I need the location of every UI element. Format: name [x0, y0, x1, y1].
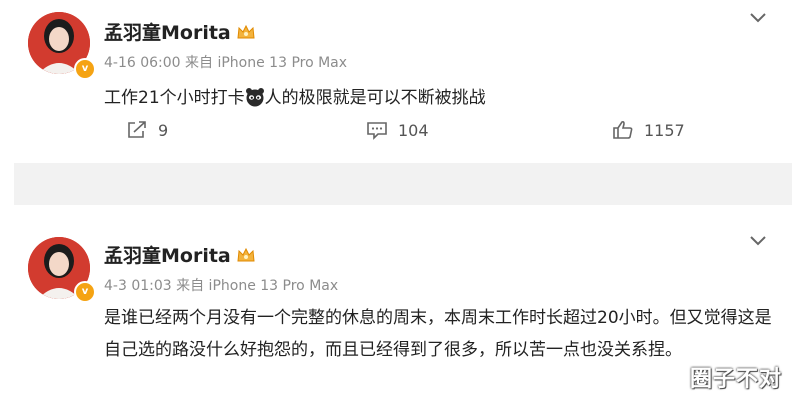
feed-divider [14, 163, 792, 205]
verified-badge-icon: v [74, 58, 96, 80]
watermark: 圈子不对 [689, 367, 782, 392]
username[interactable]: 孟羽童Morita [104, 18, 256, 45]
repost-icon [128, 121, 146, 138]
post-text: 是谁已经两个月没有一个完整的休息的周末，本周末工作时长超过20小时。但又觉得这是… [104, 308, 772, 360]
comment-count: 104 [398, 120, 429, 140]
post-text-part: 工作21个小时打卡 [104, 88, 245, 108]
chevron-down-icon[interactable] [748, 10, 768, 24]
post-card-2: v 孟羽童Morita 4-3 01:03 来自 iPhone 13 Pro M… [14, 205, 792, 401]
repost-button[interactable]: 9 [126, 120, 168, 140]
repost-count: 9 [158, 120, 169, 140]
post-meta: 4-3 01:03 来自 iPhone 13 Pro Max [104, 278, 339, 294]
crown-icon [237, 247, 255, 261]
post-meta: 4-16 06:00 来自 iPhone 13 Pro Max [104, 55, 348, 71]
chevron-down-icon[interactable] [748, 233, 768, 247]
username-text[interactable]: 孟羽童Morita [104, 18, 231, 45]
panda-face-emoji-icon [245, 88, 264, 107]
post-text: 工作21个小时打卡 人的极限就是可以不断被挑战 [104, 82, 776, 114]
verified-badge-icon: v [74, 281, 96, 303]
like-button[interactable]: 1157 [612, 120, 685, 140]
username-text[interactable]: 孟羽童Morita [104, 241, 231, 268]
comment-icon [367, 122, 387, 140]
post-text-part: 人的极限就是可以不断被挑战 [264, 88, 486, 108]
like-count: 1157 [644, 120, 685, 140]
thumbs-up-icon [613, 120, 633, 139]
username[interactable]: 孟羽童Morita [104, 241, 256, 268]
post-card-1: v 孟羽童Morita 4-16 06:00 来自 iPhone 13 Pro … [14, 0, 792, 163]
post-actions: 9 104 1157 [14, 120, 792, 148]
comment-button[interactable]: 104 [366, 120, 429, 140]
crown-icon [237, 24, 255, 38]
